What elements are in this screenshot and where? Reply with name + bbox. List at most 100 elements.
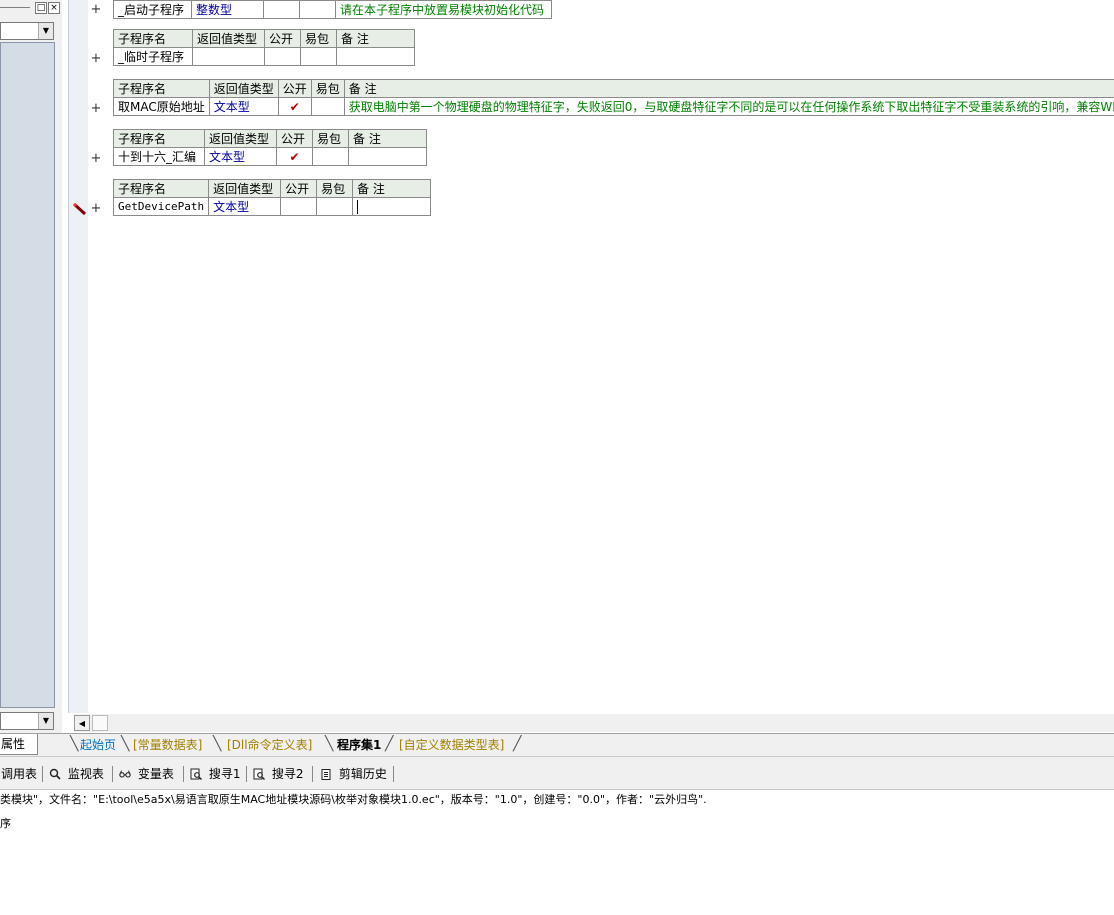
header-remark: 备 注 (348, 129, 427, 148)
sub-name-cell[interactable]: GetDevicePath (112, 197, 210, 216)
header-return-type: 返回值类型 (192, 29, 265, 48)
remark-cell[interactable]: 请在本子程序中放置易模块初始化代码 (335, 0, 552, 19)
table-header-row: 子程序名 返回值类型 公开 易包 备 注 (112, 179, 432, 198)
toolbar-divider (393, 766, 394, 782)
table-header-row: 子程序名 返回值类型 公开 易包 备 注 (113, 79, 1114, 98)
header-easy-pack: 易包 (312, 129, 349, 148)
scroll-thumb[interactable] (92, 715, 108, 731)
edit-pencil-icon (72, 202, 87, 216)
subroutine-table: 子程序名 返回值类型 公开 易包 备 注 GetDevicePath 文本型 (112, 179, 432, 216)
expand-icon[interactable]: + (90, 151, 102, 166)
left-panel-bottom-combo[interactable]: ▼ (0, 712, 54, 730)
titlebar-grip (0, 7, 30, 8)
output-line: 序 (0, 817, 11, 830)
header-name: 子程序名 (113, 129, 205, 148)
return-type-cell[interactable]: 文本型 (208, 197, 282, 216)
header-name: 子程序名 (113, 29, 193, 48)
sub-name-cell[interactable]: _启动子程序 (113, 0, 192, 19)
public-cell[interactable] (264, 47, 301, 66)
editor-gutter (68, 0, 88, 713)
tab-assembly1[interactable]: 程序集1 (337, 737, 381, 753)
tab-constant-table[interactable]: [常量数据表] (133, 737, 202, 753)
public-cell[interactable] (263, 0, 300, 19)
header-return-type: 返回值类型 (208, 179, 282, 198)
watch-table-button[interactable]: 监视表 (49, 766, 104, 782)
easy-pack-cell[interactable] (316, 197, 354, 216)
easy-pack-cell[interactable] (312, 147, 349, 166)
variable-table-button[interactable]: 变量表 (119, 766, 174, 782)
tab-start-page[interactable]: 起始页 (80, 737, 116, 753)
expand-icon[interactable]: + (90, 51, 102, 66)
table-header-row: 子程序名 返回值类型 公开 易包 备 注 (113, 129, 427, 148)
watch-table-label: 监视表 (67, 767, 104, 781)
header-name: 子程序名 (112, 179, 210, 198)
project-tree[interactable] (0, 42, 55, 708)
remark-cell[interactable] (348, 147, 427, 166)
table-row: _启动子程序 整数型 请在本子程序中放置易模块初始化代码 (113, 0, 552, 19)
close-icon[interactable]: × (48, 2, 60, 14)
table-row: GetDevicePath 文本型 (112, 197, 432, 216)
clip-history-button[interactable]: 剪辑历史 (320, 766, 387, 782)
chevron-down-icon[interactable]: ▼ (38, 713, 53, 729)
toolbar-divider (42, 766, 43, 782)
tab-separator: ╲ (325, 736, 334, 752)
easy-pack-cell[interactable] (310, 97, 345, 116)
call-table-button[interactable]: 调用表 (1, 766, 37, 782)
public-check-icon[interactable]: ✔ (277, 97, 312, 116)
scroll-left-icon[interactable]: ◀ (74, 715, 90, 731)
header-remark: 备 注 (336, 29, 415, 48)
sub-name-cell[interactable]: 取MAC原始地址 (113, 97, 210, 116)
tab-properties[interactable]: 属性 (0, 734, 38, 755)
tab-separator: ╱ (385, 736, 394, 752)
sub-name-cell[interactable]: _临时子程序 (113, 47, 193, 66)
return-type-cell[interactable]: 文本型 (208, 97, 279, 116)
tab-separator: ╲ (70, 736, 79, 752)
expand-icon[interactable]: + (90, 2, 102, 17)
tab-dll-command-table[interactable]: [Dll命令定义表] (227, 737, 312, 753)
header-easy-pack: 易包 (310, 79, 345, 98)
clip-history-label: 剪辑历史 (338, 767, 387, 781)
remark-cell[interactable] (352, 197, 432, 216)
find-document-icon (190, 768, 202, 780)
easy-pack-cell[interactable] (299, 0, 336, 19)
subroutine-table: _启动子程序 整数型 请在本子程序中放置易模块初始化代码 (113, 0, 552, 19)
left-panel-combo[interactable]: ▼ (0, 22, 54, 40)
return-type-cell[interactable]: 整数型 (191, 0, 264, 19)
return-type-cell[interactable] (192, 47, 265, 66)
remark-cell[interactable] (336, 47, 415, 66)
header-public: 公开 (277, 79, 312, 98)
sub-name-cell[interactable]: 十到十六_汇编 (113, 147, 205, 166)
header-public: 公开 (276, 129, 313, 148)
easy-pack-cell[interactable] (300, 47, 337, 66)
search1-button[interactable]: 搜寻1 (190, 766, 240, 782)
table-row: _临时子程序 (113, 47, 415, 66)
header-return-type: 返回值类型 (208, 79, 279, 98)
subroutine-table: 子程序名 返回值类型 公开 易包 备 注 _临时子程序 (113, 29, 415, 66)
toolbar-divider (183, 766, 184, 782)
header-return-type: 返回值类型 (204, 129, 277, 148)
search2-button[interactable]: 搜寻2 (253, 766, 303, 782)
subroutine-table: 子程序名 返回值类型 公开 易包 备 注 十到十六_汇编 文本型 ✔ (113, 129, 427, 166)
public-check-icon[interactable]: ✔ (276, 147, 313, 166)
tab-separator: ╲ (121, 736, 130, 752)
tab-custom-type-table[interactable]: [自定义数据类型表] (399, 737, 504, 753)
output-line: 类模块"，文件名："E:\tool\e5a5x\易语言取原生MAC地址模块源码\… (0, 793, 707, 806)
table-row: 十到十六_汇编 文本型 ✔ (113, 147, 427, 166)
horizontal-scrollbar[interactable] (74, 714, 1114, 732)
expand-icon[interactable]: + (90, 101, 102, 116)
glasses-icon (119, 770, 131, 778)
public-cell[interactable] (280, 197, 318, 216)
toolbar-divider (246, 766, 247, 782)
header-remark: 备 注 (343, 79, 1114, 98)
header-public: 公开 (280, 179, 318, 198)
header-public: 公开 (264, 29, 301, 48)
chevron-down-icon[interactable]: ▼ (38, 23, 53, 39)
return-type-cell[interactable]: 文本型 (204, 147, 277, 166)
subroutine-table: 子程序名 返回值类型 公开 易包 备 注 取MAC原始地址 文本型 ✔ 获取电脑… (113, 79, 1114, 116)
output-panel[interactable] (0, 791, 1114, 915)
header-easy-pack: 易包 (300, 29, 337, 48)
restore-icon[interactable]: □ (35, 2, 47, 14)
magnifier-icon (49, 768, 61, 780)
expand-icon[interactable]: + (90, 201, 102, 216)
remark-cell[interactable]: 获取电脑中第一个物理硬盘的物理特征字，失败返回0，与取硬盘特征字不同的是可以在任… (343, 97, 1114, 116)
